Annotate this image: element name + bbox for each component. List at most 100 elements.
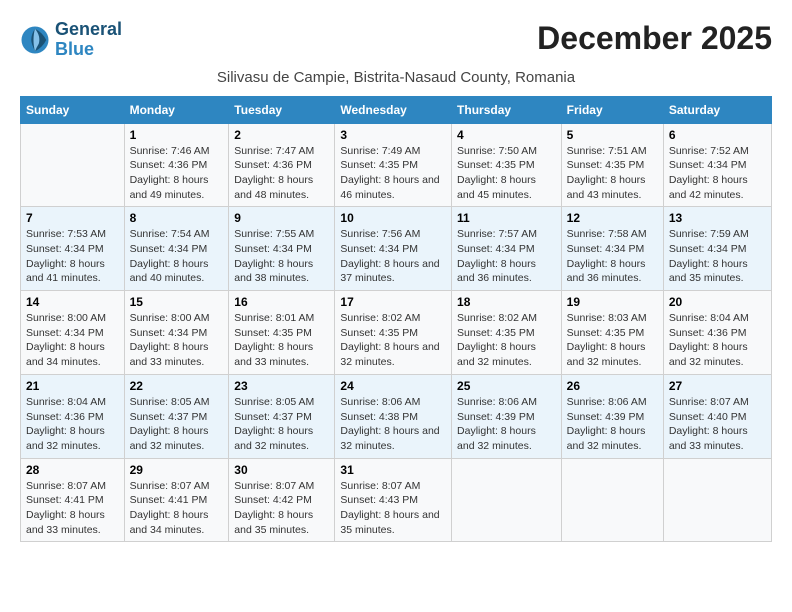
sunset-time: Sunset: 4:36 PM — [130, 159, 208, 171]
day-info: Sunrise: 7:51 AM Sunset: 4:35 PM Dayligh… — [567, 144, 658, 203]
calendar-cell: 7 Sunrise: 7:53 AM Sunset: 4:34 PM Dayli… — [21, 207, 125, 291]
daylight-hours: Daylight: 8 hours and 33 minutes. — [130, 341, 209, 368]
daylight-hours: Daylight: 8 hours and 32 minutes. — [340, 425, 439, 452]
calendar-week-row: 7 Sunrise: 7:53 AM Sunset: 4:34 PM Dayli… — [21, 207, 772, 291]
calendar-cell: 3 Sunrise: 7:49 AM Sunset: 4:35 PM Dayli… — [335, 123, 452, 207]
sunrise-time: Sunrise: 8:07 AM — [26, 480, 106, 492]
sunrise-time: Sunrise: 8:06 AM — [340, 396, 420, 408]
calendar-cell: 23 Sunrise: 8:05 AM Sunset: 4:37 PM Dayl… — [229, 374, 335, 458]
sunrise-time: Sunrise: 8:07 AM — [669, 396, 749, 408]
calendar-cell: 29 Sunrise: 8:07 AM Sunset: 4:41 PM Dayl… — [124, 458, 229, 542]
daylight-hours: Daylight: 8 hours and 34 minutes. — [130, 509, 209, 536]
logo-line2: Blue — [55, 40, 122, 60]
day-info: Sunrise: 7:49 AM Sunset: 4:35 PM Dayligh… — [340, 144, 446, 203]
day-info: Sunrise: 7:47 AM Sunset: 4:36 PM Dayligh… — [234, 144, 329, 203]
sunrise-time: Sunrise: 8:04 AM — [26, 396, 106, 408]
sunrise-time: Sunrise: 7:50 AM — [457, 145, 537, 157]
sunrise-time: Sunrise: 8:04 AM — [669, 312, 749, 324]
sunset-time: Sunset: 4:34 PM — [669, 243, 747, 255]
day-info: Sunrise: 8:00 AM Sunset: 4:34 PM Dayligh… — [130, 311, 224, 370]
sunset-time: Sunset: 4:41 PM — [130, 494, 208, 506]
daylight-hours: Daylight: 8 hours and 40 minutes. — [130, 258, 209, 285]
calendar-week-row: 14 Sunrise: 8:00 AM Sunset: 4:34 PM Dayl… — [21, 291, 772, 375]
calendar-cell: 17 Sunrise: 8:02 AM Sunset: 4:35 PM Dayl… — [335, 291, 452, 375]
sunset-time: Sunset: 4:34 PM — [130, 327, 208, 339]
day-info: Sunrise: 7:56 AM Sunset: 4:34 PM Dayligh… — [340, 227, 446, 286]
sunrise-time: Sunrise: 7:47 AM — [234, 145, 314, 157]
calendar-cell: 8 Sunrise: 7:54 AM Sunset: 4:34 PM Dayli… — [124, 207, 229, 291]
sunrise-time: Sunrise: 7:51 AM — [567, 145, 647, 157]
day-number: 14 — [26, 295, 119, 309]
sunrise-time: Sunrise: 7:56 AM — [340, 228, 420, 240]
sunset-time: Sunset: 4:37 PM — [234, 411, 312, 423]
day-number: 19 — [567, 295, 658, 309]
day-info: Sunrise: 8:04 AM Sunset: 4:36 PM Dayligh… — [26, 395, 119, 454]
daylight-hours: Daylight: 8 hours and 45 minutes. — [457, 174, 536, 201]
sunset-time: Sunset: 4:36 PM — [669, 327, 747, 339]
calendar-cell: 20 Sunrise: 8:04 AM Sunset: 4:36 PM Dayl… — [663, 291, 771, 375]
day-number: 22 — [130, 379, 224, 393]
sunset-time: Sunset: 4:34 PM — [130, 243, 208, 255]
day-number: 5 — [567, 128, 658, 142]
sunrise-time: Sunrise: 7:53 AM — [26, 228, 106, 240]
calendar-cell: 6 Sunrise: 7:52 AM Sunset: 4:34 PM Dayli… — [663, 123, 771, 207]
sunset-time: Sunset: 4:34 PM — [26, 243, 104, 255]
day-info: Sunrise: 8:06 AM Sunset: 4:38 PM Dayligh… — [340, 395, 446, 454]
day-number: 7 — [26, 211, 119, 225]
sunrise-time: Sunrise: 8:07 AM — [340, 480, 420, 492]
calendar-cell: 18 Sunrise: 8:02 AM Sunset: 4:35 PM Dayl… — [452, 291, 562, 375]
day-number: 17 — [340, 295, 446, 309]
calendar-cell: 2 Sunrise: 7:47 AM Sunset: 4:36 PM Dayli… — [229, 123, 335, 207]
calendar-cell — [452, 458, 562, 542]
calendar-cell: 21 Sunrise: 8:04 AM Sunset: 4:36 PM Dayl… — [21, 374, 125, 458]
day-number: 11 — [457, 211, 556, 225]
day-info: Sunrise: 8:07 AM Sunset: 4:43 PM Dayligh… — [340, 479, 446, 538]
sunrise-time: Sunrise: 8:00 AM — [26, 312, 106, 324]
sunset-time: Sunset: 4:35 PM — [567, 327, 645, 339]
daylight-hours: Daylight: 8 hours and 36 minutes. — [567, 258, 646, 285]
sunrise-time: Sunrise: 8:03 AM — [567, 312, 647, 324]
day-info: Sunrise: 8:07 AM Sunset: 4:41 PM Dayligh… — [130, 479, 224, 538]
sunset-time: Sunset: 4:34 PM — [567, 243, 645, 255]
sunrise-time: Sunrise: 8:01 AM — [234, 312, 314, 324]
sunset-time: Sunset: 4:39 PM — [457, 411, 535, 423]
col-thursday: Thursday — [452, 96, 562, 123]
col-wednesday: Wednesday — [335, 96, 452, 123]
day-info: Sunrise: 8:07 AM Sunset: 4:40 PM Dayligh… — [669, 395, 766, 454]
daylight-hours: Daylight: 8 hours and 32 minutes. — [567, 341, 646, 368]
calendar-cell: 27 Sunrise: 8:07 AM Sunset: 4:40 PM Dayl… — [663, 374, 771, 458]
day-info: Sunrise: 8:02 AM Sunset: 4:35 PM Dayligh… — [340, 311, 446, 370]
sunset-time: Sunset: 4:41 PM — [26, 494, 104, 506]
page-subtitle: Silivasu de Campie, Bistrita-Nasaud Coun… — [20, 69, 772, 86]
calendar-cell: 22 Sunrise: 8:05 AM Sunset: 4:37 PM Dayl… — [124, 374, 229, 458]
sunset-time: Sunset: 4:36 PM — [234, 159, 312, 171]
page-title: December 2025 — [537, 20, 772, 57]
daylight-hours: Daylight: 8 hours and 43 minutes. — [567, 174, 646, 201]
day-number: 25 — [457, 379, 556, 393]
calendar-cell: 31 Sunrise: 8:07 AM Sunset: 4:43 PM Dayl… — [335, 458, 452, 542]
daylight-hours: Daylight: 8 hours and 32 minutes. — [457, 425, 536, 452]
day-number: 29 — [130, 463, 224, 477]
day-number: 13 — [669, 211, 766, 225]
calendar-header-row: Sunday Monday Tuesday Wednesday Thursday… — [21, 96, 772, 123]
day-info: Sunrise: 7:55 AM Sunset: 4:34 PM Dayligh… — [234, 227, 329, 286]
calendar-cell: 10 Sunrise: 7:56 AM Sunset: 4:34 PM Dayl… — [335, 207, 452, 291]
day-info: Sunrise: 8:07 AM Sunset: 4:42 PM Dayligh… — [234, 479, 329, 538]
day-number: 3 — [340, 128, 446, 142]
sunrise-time: Sunrise: 7:55 AM — [234, 228, 314, 240]
calendar-cell: 25 Sunrise: 8:06 AM Sunset: 4:39 PM Dayl… — [452, 374, 562, 458]
day-number: 26 — [567, 379, 658, 393]
sunrise-time: Sunrise: 8:06 AM — [567, 396, 647, 408]
sunrise-time: Sunrise: 7:49 AM — [340, 145, 420, 157]
sunrise-time: Sunrise: 8:06 AM — [457, 396, 537, 408]
daylight-hours: Daylight: 8 hours and 32 minutes. — [130, 425, 209, 452]
day-info: Sunrise: 8:03 AM Sunset: 4:35 PM Dayligh… — [567, 311, 658, 370]
daylight-hours: Daylight: 8 hours and 33 minutes. — [26, 509, 105, 536]
daylight-hours: Daylight: 8 hours and 36 minutes. — [457, 258, 536, 285]
daylight-hours: Daylight: 8 hours and 32 minutes. — [457, 341, 536, 368]
sunrise-time: Sunrise: 8:05 AM — [130, 396, 210, 408]
day-info: Sunrise: 7:52 AM Sunset: 4:34 PM Dayligh… — [669, 144, 766, 203]
day-number: 6 — [669, 128, 766, 142]
sunrise-time: Sunrise: 7:59 AM — [669, 228, 749, 240]
day-info: Sunrise: 8:05 AM Sunset: 4:37 PM Dayligh… — [130, 395, 224, 454]
